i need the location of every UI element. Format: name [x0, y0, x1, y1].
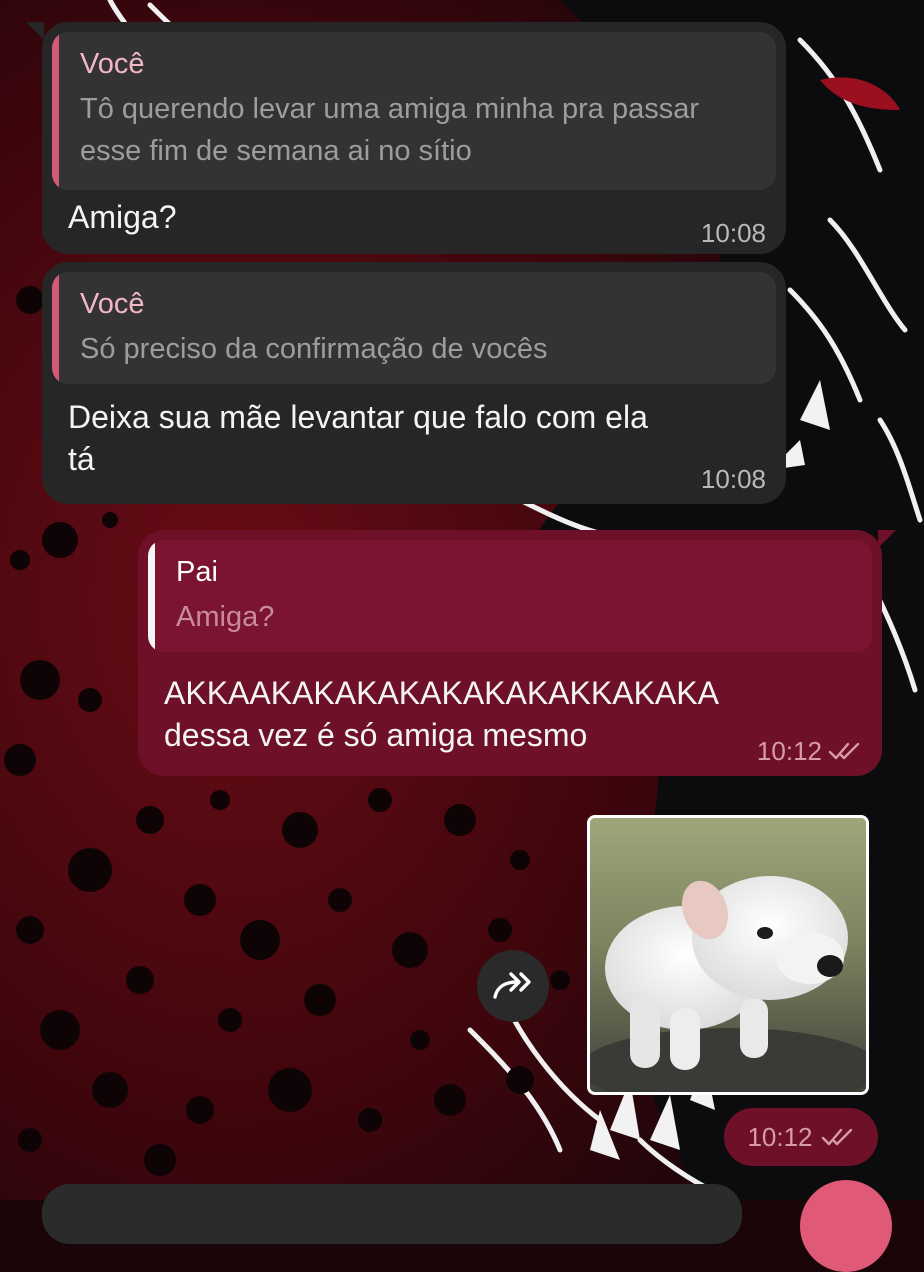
forward-share-icon [493, 972, 531, 999]
bubble-tail [878, 530, 896, 548]
message-input-bar[interactable] [42, 1184, 742, 1244]
message-meta: 10:12 [757, 736, 862, 766]
reply-quoted-text: Amiga? [176, 601, 275, 633]
reply-accent-bar [52, 32, 59, 190]
reply-quoted-text: Só preciso da confirmação de vocês [80, 333, 548, 365]
message-text: AKKAAKAKAKAKAKAKAKAKKAKAKA dessa vez é s… [164, 675, 719, 753]
message-time: 10:08 [700, 218, 766, 248]
message-text: Amiga? [68, 199, 177, 235]
reply-sender-name: Você [80, 288, 145, 320]
puppy-image [590, 818, 866, 1092]
double-check-icon [821, 1128, 852, 1146]
reply-preview[interactable]: Você Tô querendo levar uma amiga minha p… [52, 32, 776, 190]
reply-preview[interactable]: Você Só preciso da confirmação de vocês [52, 272, 776, 384]
message-text: Deixa sua mãe levantar que falo com ela … [68, 399, 648, 477]
message-meta: 10:08 [701, 464, 766, 494]
message-time: 10:12 [756, 736, 822, 766]
reply-sender-name: Pai [176, 556, 218, 588]
reply-accent-bar [52, 272, 59, 384]
message-bubble-outgoing[interactable]: Pai Amiga? AKKAAKAKAKAKAKAKAKAKKAKAKA de… [138, 530, 882, 776]
puppy-photo[interactable] [587, 815, 869, 1095]
media-time-chip: 10:12 [724, 1108, 878, 1166]
reply-sender-name: Você [80, 48, 145, 80]
reply-accent-bar [148, 540, 155, 652]
double-check-icon [828, 742, 860, 760]
reply-quoted-text: Tô querendo levar uma amiga minha pra pa… [80, 93, 699, 167]
message-time: 10:08 [700, 464, 766, 494]
message-bubble-incoming[interactable]: Você Tô querendo levar uma amiga minha p… [42, 22, 786, 254]
reply-preview[interactable]: Pai Amiga? [148, 540, 872, 652]
message-meta: 10:08 [701, 218, 766, 248]
bubble-tail [26, 22, 44, 40]
message-bubble-incoming[interactable]: Você Só preciso da confirmação de vocês … [42, 262, 786, 504]
message-time: 10:12 [747, 1121, 813, 1152]
forward-share-button[interactable] [477, 950, 549, 1022]
send-button[interactable] [800, 1180, 892, 1272]
